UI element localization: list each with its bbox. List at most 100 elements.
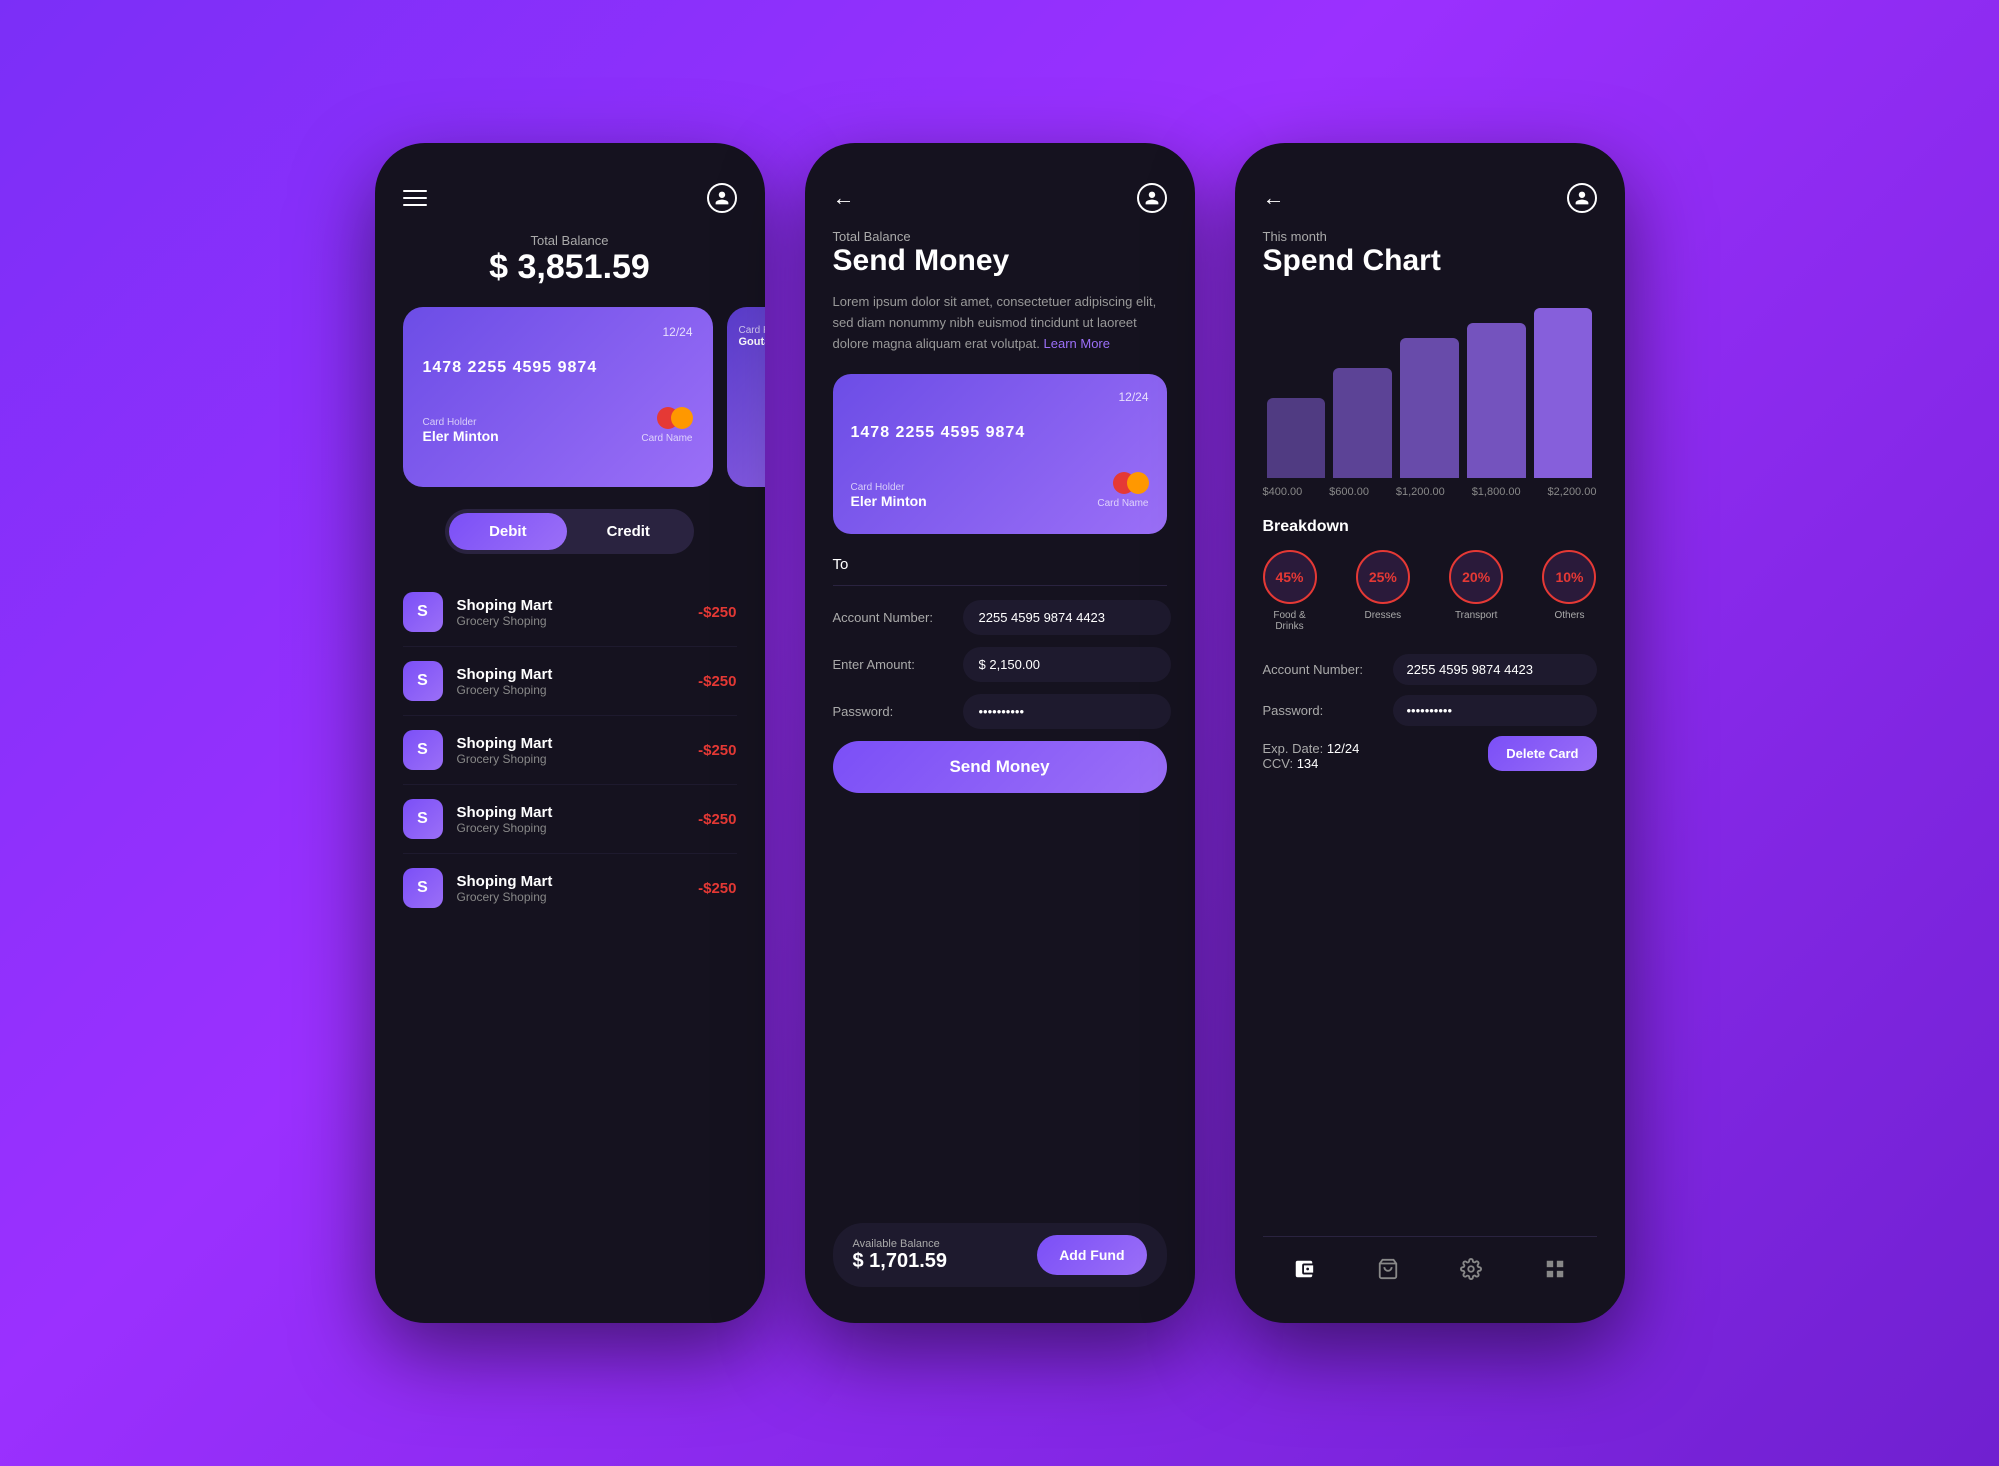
menu-icon[interactable] xyxy=(403,190,427,206)
breakdown-item-transport: 20% Transport xyxy=(1449,550,1503,632)
debit-tab[interactable]: Debit xyxy=(449,513,567,550)
bar-1 xyxy=(1267,398,1326,478)
breakdown-label-dresses: Dresses xyxy=(1364,610,1401,621)
tx-amount: -$250 xyxy=(698,742,736,759)
spend-chart xyxy=(1263,298,1597,478)
breakdown-pct-transport: 20% xyxy=(1449,550,1503,604)
account-label: Account Number: xyxy=(833,610,963,625)
phone2-header: ← xyxy=(833,183,1167,213)
tx-amount: -$250 xyxy=(698,673,736,690)
chart-label-4: $1,800.00 xyxy=(1472,486,1521,498)
balance-value: $ 3,851.59 xyxy=(403,248,737,287)
p3-exp-ccv-row: Exp. Date: 12/24 CCV: 134 Delete Card xyxy=(1263,736,1597,771)
tx-icon: S xyxy=(403,661,443,701)
tabs-row: Debit Credit xyxy=(403,509,737,554)
breakdown-item-dresses: 25% Dresses xyxy=(1356,550,1410,632)
user-avatar-icon[interactable] xyxy=(1567,183,1597,213)
user-avatar-icon[interactable] xyxy=(707,183,737,213)
breakdown-label-food: Food &Drinks xyxy=(1273,610,1305,632)
password-row: Password: xyxy=(833,694,1167,729)
bar-2 xyxy=(1333,368,1392,478)
send-money-button[interactable]: Send Money xyxy=(833,741,1167,793)
available-balance-label: Available Balance xyxy=(853,1238,948,1250)
wallet-nav-icon[interactable] xyxy=(1286,1251,1322,1287)
chart-label-3: $1,200.00 xyxy=(1396,486,1445,498)
phone-1: Total Balance $ 3,851.59 12/24 1478 2255… xyxy=(375,143,765,1323)
table-row[interactable]: S Shoping Mart Grocery Shoping -$250 xyxy=(403,647,737,716)
p3-account-label: Account Number: xyxy=(1263,662,1393,677)
month-label: This month xyxy=(1263,229,1597,244)
debit-credit-tabs: Debit Credit xyxy=(445,509,694,554)
credit-tab[interactable]: Credit xyxy=(567,513,690,550)
settings-nav-icon[interactable] xyxy=(1453,1251,1489,1287)
account-row: Account Number: xyxy=(833,600,1167,635)
amount-row: Enter Amount: xyxy=(833,647,1167,682)
chart-label-5: $2,200.00 xyxy=(1548,486,1597,498)
tx-icon: S xyxy=(403,868,443,908)
learn-more-link[interactable]: Learn More xyxy=(1044,336,1110,351)
add-fund-button[interactable]: Add Fund xyxy=(1037,1235,1146,1275)
ccv-value: 134 xyxy=(1297,756,1319,771)
tx-amount: -$250 xyxy=(698,811,736,828)
ccv-label: CCV: xyxy=(1263,756,1297,771)
tx-icon: S xyxy=(403,592,443,632)
exp-date: Exp. Date: 12/24 xyxy=(1263,741,1360,756)
bar-4 xyxy=(1467,323,1526,478)
table-row[interactable]: S Shoping Mart Grocery Shoping -$250 xyxy=(403,854,737,922)
p3-password-input[interactable] xyxy=(1393,695,1597,726)
card-name-label: Card Name xyxy=(641,433,692,444)
back-button[interactable]: ← xyxy=(1263,185,1285,211)
footer-bar: Available Balance $ 1,701.59 Add Fund xyxy=(833,1223,1167,1287)
chart-label-2: $600.00 xyxy=(1329,486,1369,498)
card-holder-label: Card Holder xyxy=(423,417,499,428)
phone1-header xyxy=(403,183,737,213)
table-row[interactable]: S Shoping Mart Grocery Shoping -$250 xyxy=(403,785,737,854)
tx-amount: -$250 xyxy=(698,604,736,621)
card-expiry: 12/24 xyxy=(851,390,1149,404)
send-money-card: 12/24 1478 2255 4595 9874 Card Holder El… xyxy=(833,374,1167,534)
grid-nav-icon[interactable] xyxy=(1537,1251,1573,1287)
p3-password-row: Password: xyxy=(1263,695,1597,726)
amount-input[interactable] xyxy=(963,647,1171,682)
password-input[interactable] xyxy=(963,694,1171,729)
tx-sub: Grocery Shoping xyxy=(457,890,699,904)
p3-account-row: Account Number: xyxy=(1263,654,1597,685)
back-button[interactable]: ← xyxy=(833,185,855,211)
tx-name: Shoping Mart xyxy=(457,597,699,614)
card-holder-label: Card Holder xyxy=(851,482,927,493)
card-number: 1478 2255 4595 9874 xyxy=(423,359,693,377)
card-name-label: Card Name xyxy=(1097,498,1148,509)
table-row[interactable]: S Shoping Mart Grocery Shoping -$250 xyxy=(403,578,737,647)
phone-3: ← This month Spend Chart $400.00 $600.00… xyxy=(1235,143,1625,1323)
delete-card-button[interactable]: Delete Card xyxy=(1488,736,1596,771)
tx-icon: S xyxy=(403,730,443,770)
card-expiry: 12/24 xyxy=(423,325,693,339)
user-avatar-icon[interactable] xyxy=(1137,183,1167,213)
tx-sub: Grocery Shoping xyxy=(457,614,699,628)
card-number: 1478 2255 4595 9874 xyxy=(851,424,1149,442)
form-divider xyxy=(833,585,1167,586)
primary-card[interactable]: 12/24 1478 2255 4595 9874 Card Holder El… xyxy=(403,307,713,487)
p3-password-label: Password: xyxy=(1263,703,1393,718)
breakdown-pct-dresses: 25% xyxy=(1356,550,1410,604)
tx-name: Shoping Mart xyxy=(457,804,699,821)
card2-holder-name: Goutam xyxy=(739,336,765,348)
ccv: CCV: 134 xyxy=(1263,756,1360,771)
chart-label-1: $400.00 xyxy=(1263,486,1303,498)
table-row[interactable]: S Shoping Mart Grocery Shoping -$250 xyxy=(403,716,737,785)
secondary-card[interactable]: Card Hold Goutam xyxy=(727,307,765,487)
p3-account-input[interactable] xyxy=(1393,654,1597,685)
cart-nav-icon[interactable] xyxy=(1370,1251,1406,1287)
tx-sub: Grocery Shoping xyxy=(457,821,699,835)
to-label: To xyxy=(833,556,1167,573)
account-input[interactable] xyxy=(963,600,1171,635)
exp-date-value: 12/24 xyxy=(1327,741,1360,756)
breakdown-label-others: Others xyxy=(1554,610,1584,621)
bar-3 xyxy=(1400,338,1459,478)
breakdown-title: Breakdown xyxy=(1263,518,1597,536)
page-title: Send Money xyxy=(833,244,1167,278)
transactions-list: S Shoping Mart Grocery Shoping -$250 S S… xyxy=(403,578,737,922)
chart-labels: $400.00 $600.00 $1,200.00 $1,800.00 $2,2… xyxy=(1263,486,1597,498)
bar-5 xyxy=(1534,308,1593,478)
description-text: Lorem ipsum dolor sit amet, consectetuer… xyxy=(833,292,1167,354)
